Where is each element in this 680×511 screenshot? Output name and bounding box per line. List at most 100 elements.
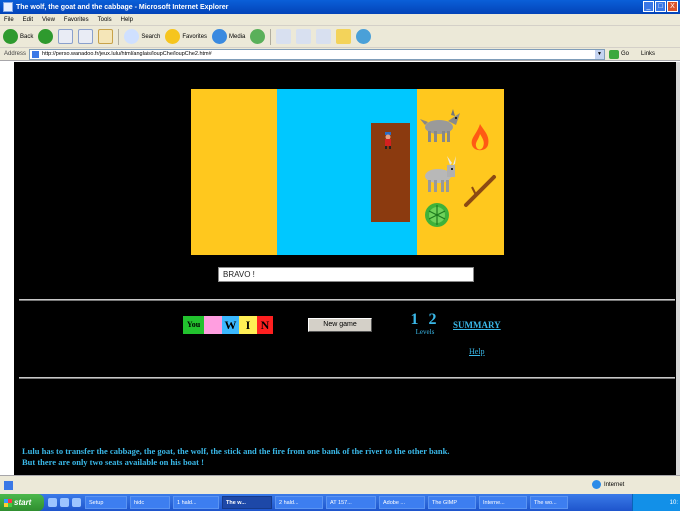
window-title-bar[interactable]: The wolf, the goat and the cabbage - Mic… [0,0,680,14]
menu-edit[interactable]: Edit [23,17,33,23]
ie-icon [3,2,13,12]
toolbar-separator [118,28,120,45]
task-button[interactable]: The wo... [530,496,568,509]
task-button[interactable]: Adobe ... [379,496,425,509]
address-label: Address [4,51,27,57]
status-bar: Internet [0,475,680,494]
task-button[interactable]: Setup [85,496,127,509]
divider-top [19,299,675,301]
menu-view[interactable]: View [42,17,55,23]
page-right-edge [676,62,680,475]
menu-favorites[interactable]: Favorites [64,17,89,23]
minimize-button[interactable]: _ [643,1,654,12]
stick-icon[interactable] [462,173,498,209]
menu-tools[interactable]: Tools [98,17,112,23]
forward-button[interactable] [38,29,54,44]
search-button[interactable]: Search [124,29,160,44]
task-button[interactable]: The GIMP [428,496,476,509]
wolf-icon[interactable] [420,109,462,143]
task-button[interactable]: hidc [130,496,170,509]
history-icon[interactable] [250,29,266,44]
fire-icon[interactable] [469,124,491,154]
lulu-figure-icon [385,132,391,149]
menu-file[interactable]: File [4,17,14,23]
address-input[interactable]: http://perso.wanadoo.fr/jeux.lulu/html/a… [29,48,606,60]
favorites-label: Favorites [182,33,208,40]
win-letter-blank [204,316,222,334]
quick-launch [48,498,81,507]
task-button[interactable]: 2 hald... [275,496,323,509]
back-button[interactable]: Back [3,29,33,44]
win-letter-w: W [222,316,239,334]
menu-bar: File Edit View Favorites Tools Help [0,14,680,26]
window-controls: _ □ X [643,1,678,12]
quick-launch-icon[interactable] [72,498,81,507]
media-icon [212,29,228,44]
menu-help[interactable]: Help [121,17,133,23]
start-button[interactable]: start [0,494,44,511]
close-button[interactable]: X [667,1,678,12]
start-label: start [14,498,32,507]
windows-flag-icon [4,498,12,507]
left-bank [191,89,277,255]
task-button[interactable]: Interne... [479,496,527,509]
quick-launch-icon[interactable] [60,498,69,507]
description-line-1: Lulu has to transfer the cabbage, the go… [22,446,450,456]
toolbar-separator [270,28,272,45]
game-description: Lulu has to transfer the cabbage, the go… [22,446,672,468]
go-button[interactable]: Go [609,49,629,59]
description-line-2: But there are only two seats available o… [22,457,204,467]
home-icon[interactable] [98,29,114,44]
river-scene [191,89,504,255]
media-label: Media [229,33,246,40]
help-link[interactable]: Help [469,347,485,356]
go-arrow-icon [609,49,620,59]
quick-launch-icon[interactable] [48,498,57,507]
levels-numbers[interactable]: 1 2 [410,312,440,328]
address-url: http://perso.wanadoo.fr/jeux.lulu/html/a… [42,50,212,57]
goat-icon[interactable] [421,155,461,193]
windows-logo-icon [666,15,678,25]
links-button[interactable]: Links [641,51,655,57]
page-margin [0,62,14,475]
cabbage-icon[interactable] [423,201,451,229]
system-tray: 10: [632,494,680,511]
clock: 10: [669,499,678,506]
win-letter-i: I [239,316,257,334]
folder-icon[interactable] [336,29,352,44]
task-button-active[interactable]: The w... [222,496,272,509]
mail-icon[interactable] [276,29,292,44]
back-label: Back [20,33,34,40]
search-icon [124,29,140,44]
refresh-icon[interactable] [78,29,94,44]
messenger-icon[interactable] [356,29,372,44]
page-status-icon [4,481,13,490]
summary-link[interactable]: SUMMARY [453,320,501,330]
browser-toolbar: Back Search Favorites Media [0,26,680,48]
edit-icon[interactable] [316,29,332,44]
stop-icon[interactable] [58,29,74,44]
back-arrow-icon [3,29,18,44]
new-game-button[interactable]: New game [308,318,372,332]
taskbar: start Setup hidc 1 hald... The w... 2 ha… [0,494,680,511]
media-button[interactable]: Media [212,29,245,44]
win-letter-n: N [257,316,273,334]
favorites-button[interactable]: Favorites [165,29,207,44]
search-label: Search [141,33,161,40]
address-bar: Address http://perso.wanadoo.fr/jeux.lul… [0,48,680,61]
message-field[interactable]: BRAVO ! [218,267,474,282]
zone-label: Internet [604,481,625,488]
globe-icon [592,480,601,489]
win-letter-you: You [183,316,204,334]
task-button[interactable]: 1 hald... [173,496,219,509]
levels-selector[interactable]: 1 2 Levels [410,312,440,337]
window-title: The wolf, the goat and the cabbage - Mic… [16,3,229,11]
address-dropdown-icon[interactable]: ▼ [595,49,605,59]
levels-label: Levels [415,328,435,336]
divider-bottom [19,377,675,379]
maximize-button[interactable]: □ [655,1,666,12]
star-icon [165,29,181,44]
page-icon [32,50,40,58]
print-icon[interactable] [296,29,312,44]
task-button[interactable]: AT 157... [326,496,376,509]
